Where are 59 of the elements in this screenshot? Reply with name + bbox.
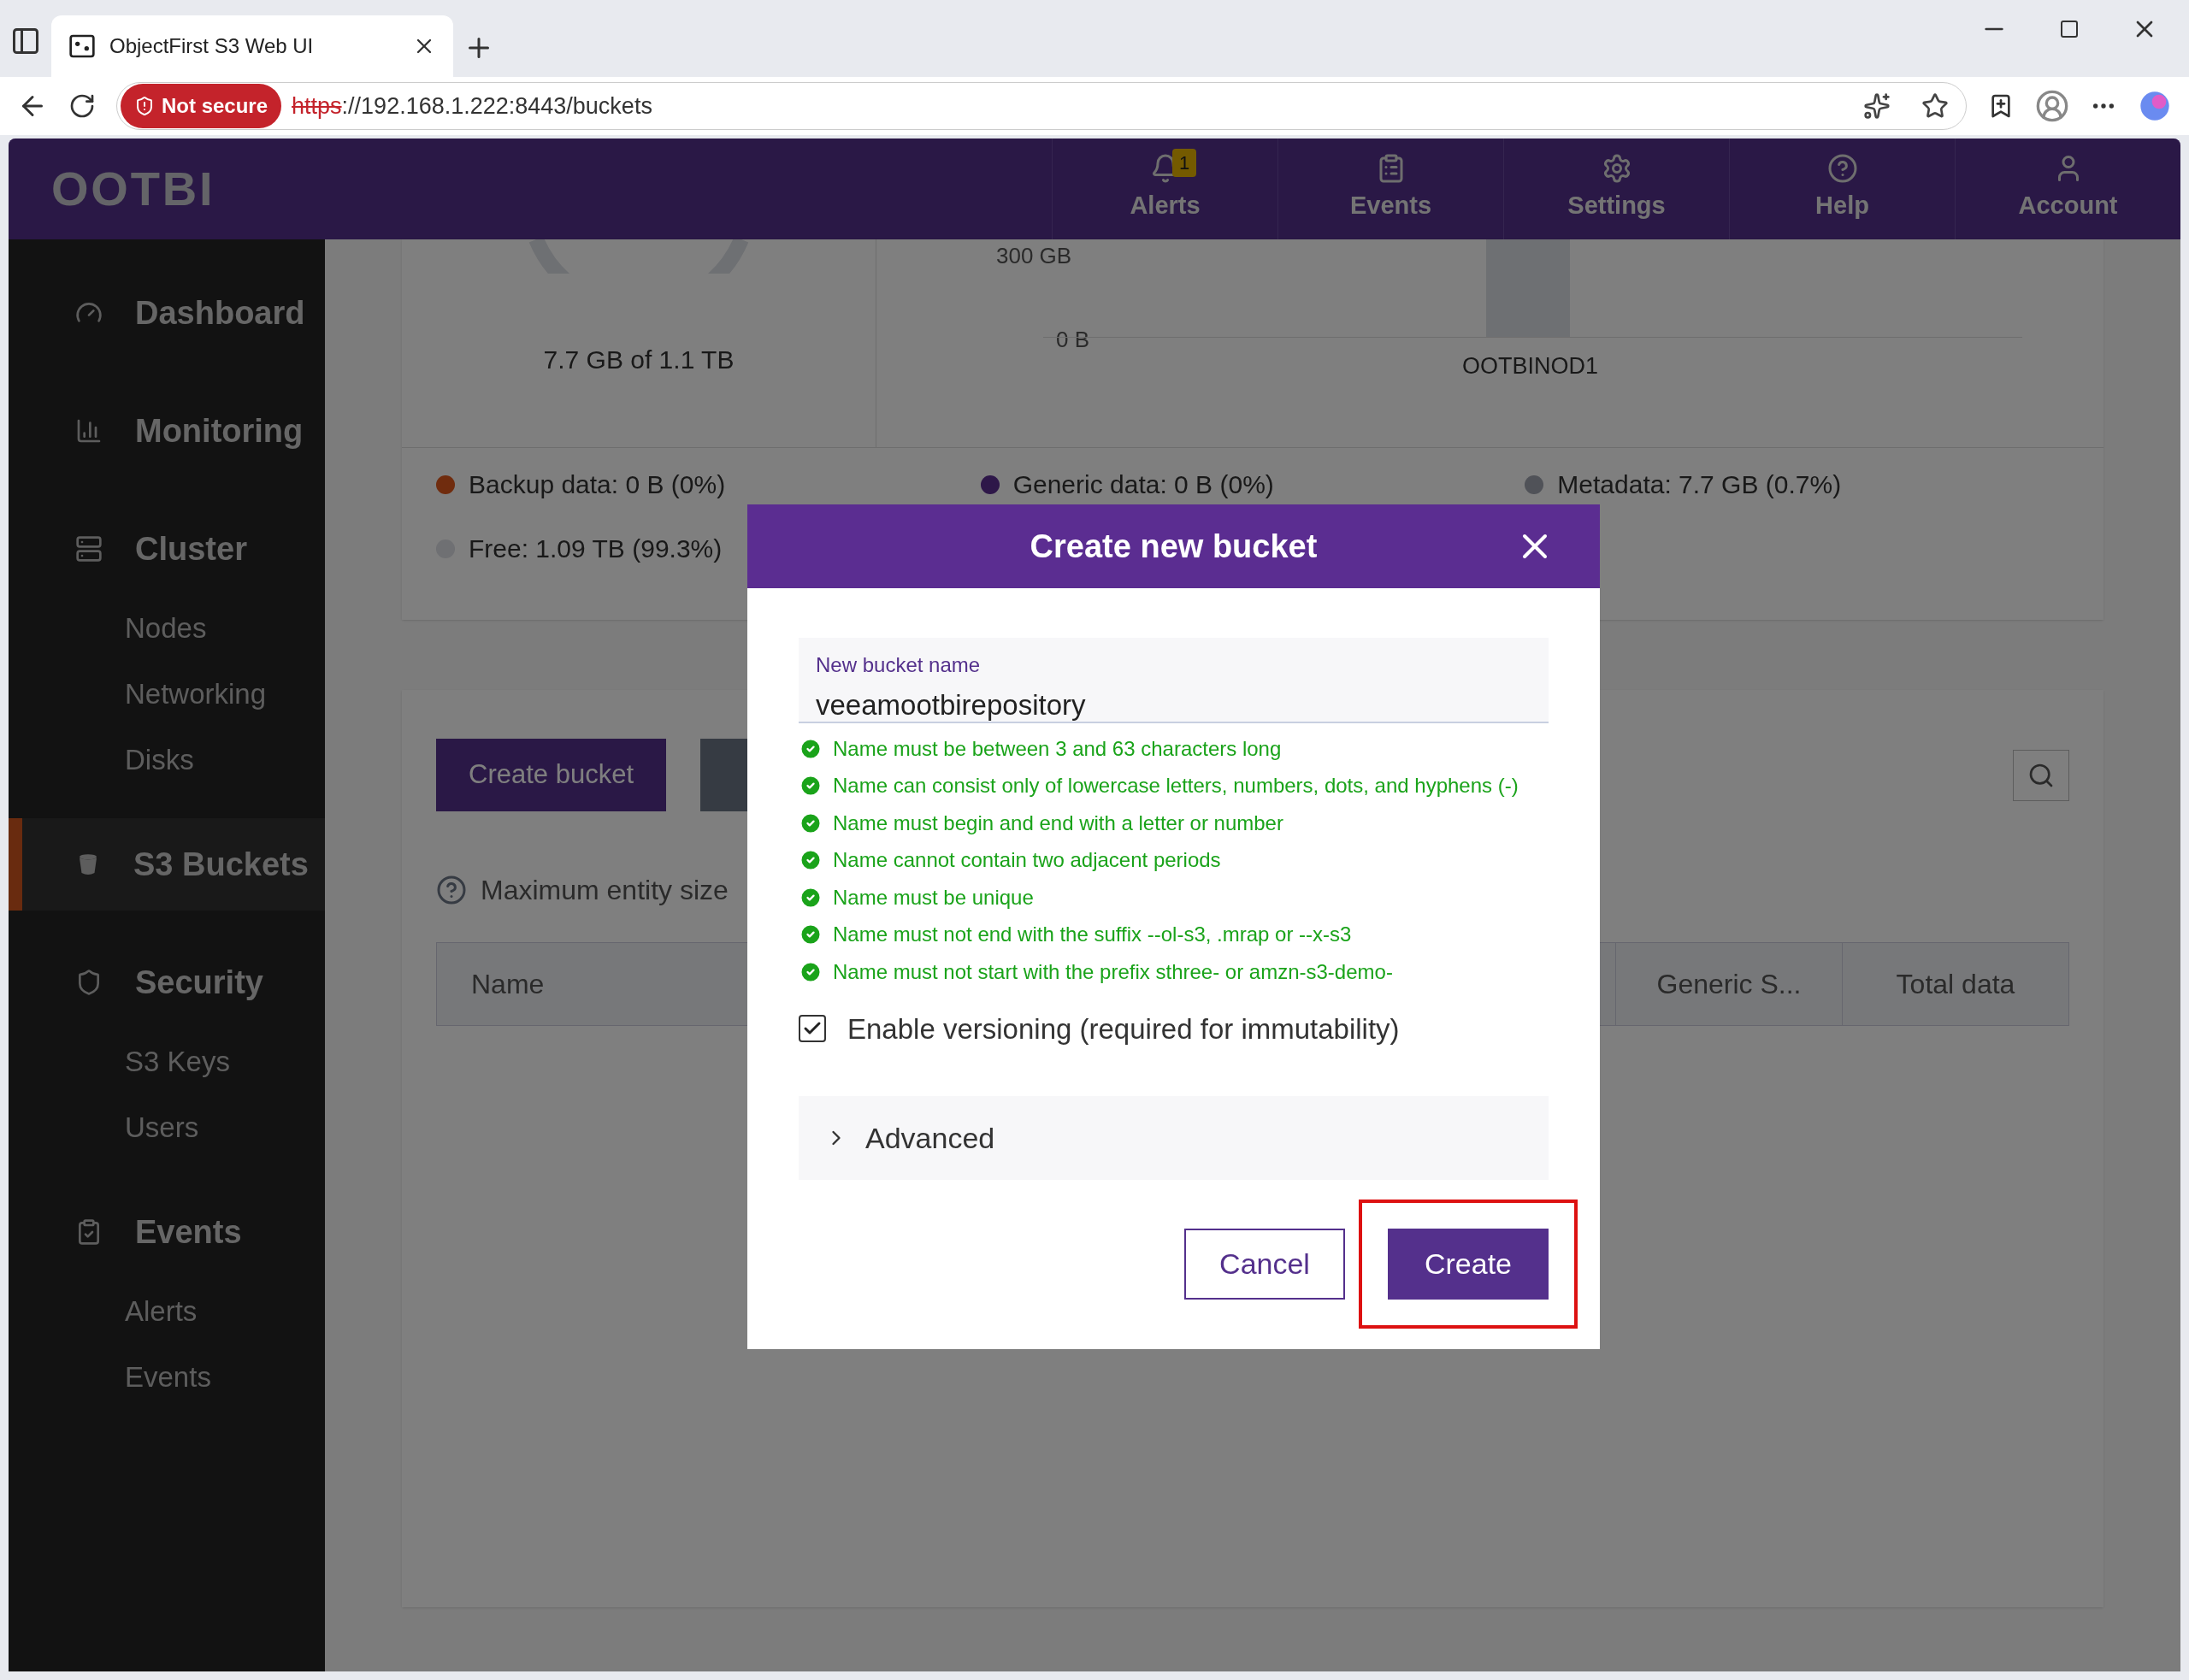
rule-text: Name must begin and end with a letter or number <box>833 810 1283 836</box>
axis-label: 300 GB <box>996 242 1072 270</box>
column-header[interactable]: Total data <box>1842 943 2068 1025</box>
info-text: Maximum entity size <box>481 874 729 907</box>
server-icon <box>75 535 103 563</box>
sidebar-item[interactable]: Cluster <box>9 503 325 595</box>
browser-tab[interactable]: ObjectFirst S3 Web UI <box>51 15 453 77</box>
help-icon <box>436 875 467 905</box>
sidebar-item[interactable]: Security <box>9 936 325 1029</box>
capacity-text: 7.7 GB of 1.1 TB <box>543 345 735 375</box>
sidebar-subitem[interactable]: Users <box>9 1094 325 1160</box>
rule-text: Name cannot contain two adjacent periods <box>833 847 1221 874</box>
advanced-section[interactable]: Advanced <box>799 1096 1549 1180</box>
search-button[interactable] <box>2013 749 2069 801</box>
url-text: https://192.168.1.222:8443/buckets <box>292 91 652 121</box>
bar-chart-icon <box>75 417 103 445</box>
sidebar-subitem[interactable]: S3 Keys <box>9 1029 325 1094</box>
reload-icon[interactable] <box>68 92 96 120</box>
alert-count-badge: 1 <box>1172 149 1197 177</box>
sidebar-item[interactable]: S3 Buckets <box>9 818 325 911</box>
site-favicon-icon <box>68 32 96 60</box>
cancel-button[interactable]: Cancel <box>1184 1229 1345 1300</box>
field-value: veeamootbirepository <box>816 688 1087 722</box>
sidebar-item[interactable]: Events <box>9 1186 325 1278</box>
sidebar-item[interactable]: Monitoring <box>9 385 325 477</box>
sidebar-subitem[interactable]: Alerts <box>9 1278 325 1344</box>
legend-label: Generic data: 0 B (0%) <box>1012 469 1274 500</box>
legend-label: Metadata: 7.7 GB (0.7%) <box>1557 469 1842 500</box>
dialog-title: Create new bucket <box>1030 527 1318 566</box>
rule-text: Name must be between 3 and 63 characters long <box>833 735 1282 762</box>
rule-text: Name must not end with the suffix --ol-s3, .mrap or --x-s3 <box>833 922 1352 948</box>
node-label: OOTBINOD1 <box>1462 352 1599 380</box>
create-bucket-button[interactable]: Create bucket <box>436 739 666 811</box>
tab-title: ObjectFirst S3 Web UI <box>109 33 315 59</box>
legend-label: Backup data: 0 B (0%) <box>469 469 726 500</box>
not-secure-badge[interactable]: Not secure <box>121 84 282 128</box>
create-button[interactable]: Create <box>1388 1229 1549 1300</box>
versioning-label: Enable versioning (required for immutability) <box>847 1011 1400 1046</box>
column-header[interactable]: Generic S... <box>1615 943 1842 1025</box>
sidebar-subitem[interactable]: Nodes <box>9 595 325 661</box>
profile-icon[interactable] <box>2035 89 2069 123</box>
sidebar-subitem[interactable]: Disks <box>9 727 325 793</box>
sidebar-toggle-icon[interactable] <box>10 26 41 56</box>
sidebar-item[interactable]: Dashboard <box>9 267 325 359</box>
rule-text: Name must not start with the prefix sthree- or amzn-s3-demo- <box>833 958 1393 985</box>
help-icon <box>1826 153 1858 185</box>
app-logo: OOTBI <box>50 161 216 217</box>
versioning-checkbox[interactable] <box>799 1015 826 1043</box>
sidebar-subitem[interactable]: Events <box>9 1344 325 1410</box>
favorite-star-icon[interactable] <box>1921 92 1949 120</box>
axis-label: 0 B <box>1056 326 1090 354</box>
rule-text: Name can consist only of lowercase letters, numbers, dots, and hyphens (-) <box>833 773 1519 799</box>
sidebar-subitem[interactable]: Networking <box>9 661 325 727</box>
maximize-icon[interactable] <box>2059 19 2080 39</box>
rule-text: Name must be unique <box>833 884 1034 911</box>
field-label: New bucket name <box>816 652 982 678</box>
bucket-name-field[interactable]: New bucket name veeamootbirepository <box>799 638 1549 723</box>
legend-label: Free: 1.09 TB (99.3%) <box>469 533 723 564</box>
shield-alert-icon <box>134 96 155 116</box>
